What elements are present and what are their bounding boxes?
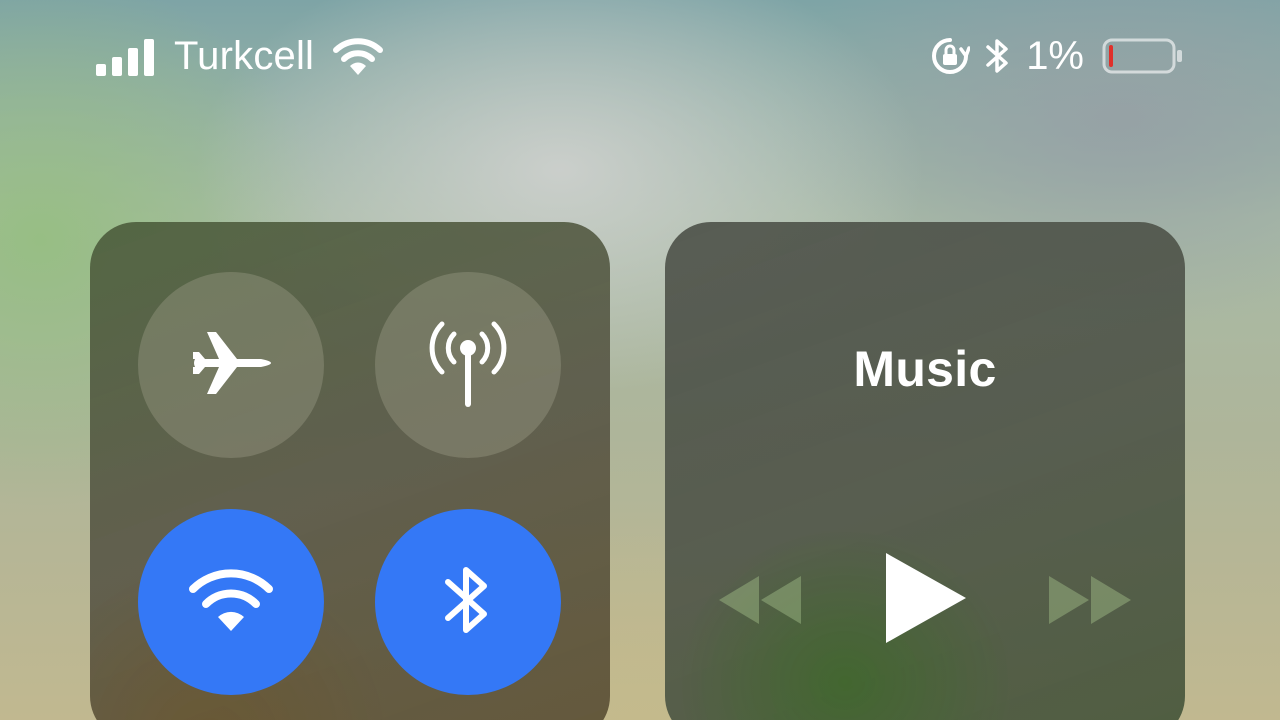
- orientation-lock-icon: [930, 36, 971, 76]
- status-bar-left: Turkcell: [96, 30, 384, 82]
- wifi-icon: [188, 567, 274, 638]
- battery-icon: [1102, 36, 1184, 76]
- rewind-button[interactable]: [715, 572, 805, 632]
- bluetooth-icon: [440, 558, 496, 647]
- battery-percent: 1%: [1026, 33, 1084, 78]
- connectivity-panel: [90, 222, 610, 720]
- antenna-icon: [420, 318, 516, 413]
- bluetooth-icon: [984, 35, 1012, 77]
- control-center: Turkcell 1% Music: [0, 0, 1280, 720]
- fast-forward-button[interactable]: [1045, 572, 1135, 632]
- airplane-icon: [189, 328, 273, 403]
- music-panel[interactable]: Music: [665, 222, 1185, 720]
- cellular-data-toggle[interactable]: [375, 272, 561, 458]
- wifi-toggle[interactable]: [138, 509, 324, 695]
- wifi-icon: [332, 36, 384, 76]
- play-button[interactable]: [880, 552, 970, 648]
- rewind-icon: [717, 574, 803, 631]
- play-icon: [882, 551, 968, 650]
- bluetooth-toggle[interactable]: [375, 509, 561, 695]
- carrier-name: Turkcell: [174, 33, 315, 78]
- signal-bars-icon: [96, 36, 156, 76]
- airplane-mode-toggle[interactable]: [138, 272, 324, 458]
- fast-forward-icon: [1047, 574, 1133, 631]
- status-bar-right: 1%: [930, 30, 1184, 82]
- music-title: Music: [853, 341, 997, 397]
